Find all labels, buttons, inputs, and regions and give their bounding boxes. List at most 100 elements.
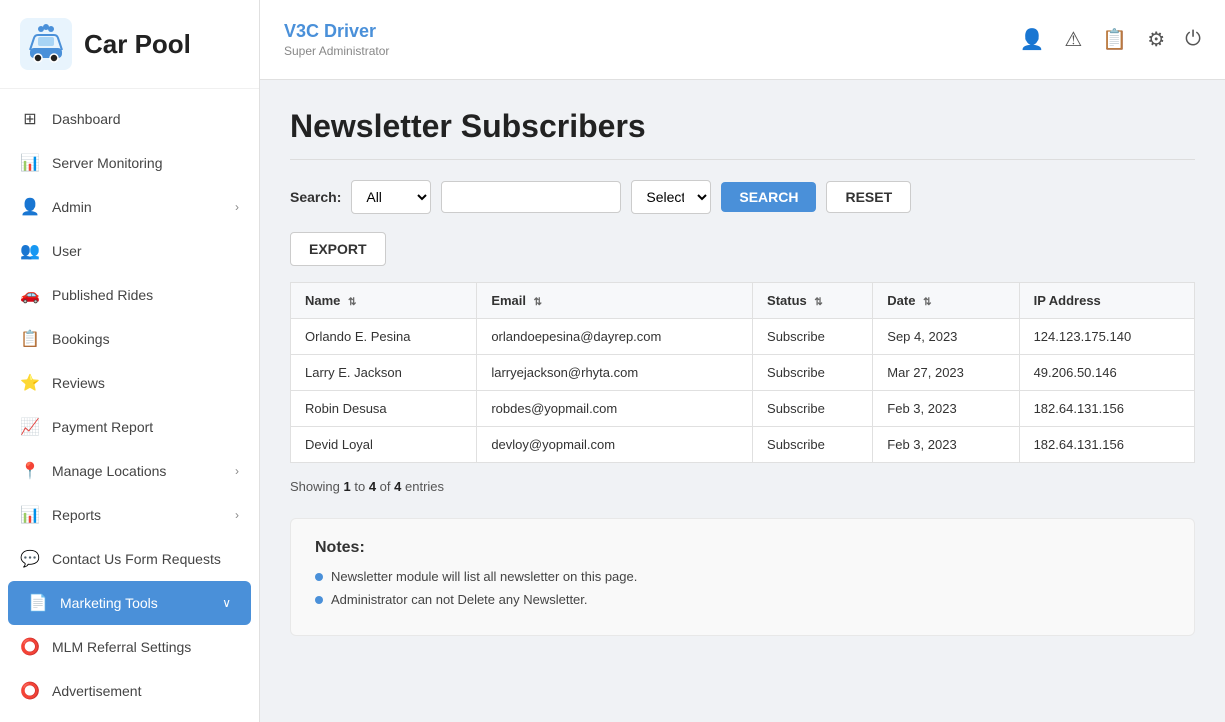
notes-item-text: Newsletter module will list all newslett… [331,569,637,584]
sidebar-item-server-monitoring[interactable]: 📊 Server Monitoring [0,141,259,185]
cell-status: Subscribe [753,355,873,391]
sidebar-item-advertisement[interactable]: ⭕ Advertisement [0,669,259,713]
notes-list-item: Newsletter module will list all newslett… [315,569,1170,584]
clipboard-icon[interactable]: 📋 [1102,27,1127,52]
marketing-tools-icon: 📄 [28,593,48,613]
header-driver-name: V3C Driver [284,21,389,42]
header-title-area: V3C Driver Super Administrator [284,21,389,58]
sidebar-item-published-rides[interactable]: 🚗 Published Rides [0,273,259,317]
cell-name: Robin Desusa [291,391,477,427]
cell-name: Orlando E. Pesina [291,319,477,355]
cell-status: Subscribe [753,427,873,463]
cell-date: Feb 3, 2023 [873,391,1019,427]
published-rides-icon: 🚗 [20,285,40,305]
cell-status: Subscribe [753,391,873,427]
table-row: Larry E. Jacksonlarryejackson@rhyta.comS… [291,355,1195,391]
cell-date: Feb 3, 2023 [873,427,1019,463]
app-title: Car Pool [84,29,191,60]
sidebar-item-dashboard[interactable]: ⊞ Dashboard [0,97,259,141]
reports-arrow-icon: › [235,508,239,522]
power-icon[interactable]: ⏻ [1185,28,1201,51]
sidebar-item-payment-report[interactable]: 📈 Payment Report [0,405,259,449]
cell-date: Mar 27, 2023 [873,355,1019,391]
date-sort-icon: ⇅ [923,297,931,308]
sidebar-item-reports[interactable]: 📊 Reports › [0,493,259,537]
notes-bullet [315,573,323,581]
cell-date: Sep 4, 2023 [873,319,1019,355]
sidebar-item-bookings[interactable]: 📋 Bookings [0,317,259,361]
search-button[interactable]: SEARCH [721,182,816,212]
sidebar-item-user[interactable]: 👥 User [0,229,259,273]
manage-locations-arrow-icon: › [235,464,239,478]
col-ip-address: IP Address [1019,283,1194,319]
main-area: V3C Driver Super Administrator 👤 ⚠ 📋 ⚙ ⏻… [260,0,1225,722]
cell-email: robdes@yopmail.com [477,391,753,427]
table-header-row: Name ⇅ Email ⇅ Status ⇅ Date ⇅ [291,283,1195,319]
table-row: Devid Loyaldevloy@yopmail.comSubscribeFe… [291,427,1195,463]
reports-icon: 📊 [20,505,40,525]
dashboard-icon: ⊞ [20,109,40,129]
manage-locations-icon: 📍 [20,461,40,481]
pagination-from: 1 [344,479,351,494]
title-divider [290,159,1195,160]
cell-name: Devid Loyal [291,427,477,463]
settings-icon[interactable]: ⚙ [1147,27,1165,52]
sidebar-item-mlm-referral[interactable]: ⭕ MLM Referral Settings [0,625,259,669]
search-all-select[interactable]: All [351,180,431,214]
marketing-tools-arrow-icon: ∨ [222,596,231,610]
car-pool-logo-icon [20,18,72,70]
sidebar-item-reviews[interactable]: ⭐ Reviews [0,361,259,405]
sidebar-item-admin[interactable]: 👤 Admin › [0,185,259,229]
notes-box: Notes: Newsletter module will list all n… [290,518,1195,636]
alert-icon[interactable]: ⚠ [1064,27,1082,52]
sidebar-item-manage-locations[interactable]: 📍 Manage Locations › [0,449,259,493]
pagination-info: Showing 1 to 4 of 4 entries [290,479,1195,494]
advertisement-icon: ⭕ [20,681,40,701]
reset-button[interactable]: RESET [826,181,911,213]
cell-email: orlandoepesina@dayrep.com [477,319,753,355]
notes-title: Notes: [315,539,1170,557]
payment-report-icon: 📈 [20,417,40,437]
cell-status: Subscribe [753,319,873,355]
cell-ip_address: 182.64.131.156 [1019,391,1194,427]
bookings-icon: 📋 [20,329,40,349]
cell-email: larryejackson@rhyta.com [477,355,753,391]
email-sort-icon: ⇅ [534,297,542,308]
server-monitoring-icon: 📊 [20,153,40,173]
notes-list: Newsletter module will list all newslett… [315,569,1170,607]
notes-list-item: Administrator can not Delete any Newslet… [315,592,1170,607]
cell-ip_address: 124.123.175.140 [1019,319,1194,355]
cell-email: devloy@yopmail.com [477,427,753,463]
contact-us-icon: 💬 [20,549,40,569]
sidebar-item-marketing-tools[interactable]: 📄 Marketing Tools ∨ [8,581,251,625]
col-email[interactable]: Email ⇅ [477,283,753,319]
pagination-to: 4 [369,479,376,494]
user-profile-icon[interactable]: 👤 [1019,27,1044,52]
col-status[interactable]: Status ⇅ [753,283,873,319]
header: V3C Driver Super Administrator 👤 ⚠ 📋 ⚙ ⏻ [260,0,1225,80]
user-icon: 👥 [20,241,40,261]
page-title: Newsletter Subscribers [290,108,1195,145]
sidebar-nav: ⊞ Dashboard 📊 Server Monitoring 👤 Admin … [0,89,259,721]
admin-icon: 👤 [20,197,40,217]
header-actions: 👤 ⚠ 📋 ⚙ ⏻ [1019,27,1201,52]
cell-ip_address: 182.64.131.156 [1019,427,1194,463]
subscribers-table: Name ⇅ Email ⇅ Status ⇅ Date ⇅ [290,282,1195,463]
reviews-icon: ⭐ [20,373,40,393]
col-name[interactable]: Name ⇅ [291,283,477,319]
export-button[interactable]: EXPORT [290,232,386,266]
status-sort-icon: ⇅ [814,297,822,308]
mlm-referral-icon: ⭕ [20,637,40,657]
sidebar-logo: Car Pool [0,0,259,89]
select-status-dropdown[interactable]: Select Status Subscribe Unsubscribe [631,180,711,214]
search-bar: Search: All Select Status Subscribe Unsu… [290,180,1195,214]
name-sort-icon: ⇅ [348,297,356,308]
pagination-total: 4 [394,479,401,494]
header-role: Super Administrator [284,44,389,58]
search-input[interactable] [441,181,621,213]
col-date[interactable]: Date ⇅ [873,283,1019,319]
notes-bullet [315,596,323,604]
sidebar-item-contact-us[interactable]: 💬 Contact Us Form Requests [0,537,259,581]
notes-item-text: Administrator can not Delete any Newslet… [331,592,588,607]
table-body: Orlando E. Pesinaorlandoepesina@dayrep.c… [291,319,1195,463]
